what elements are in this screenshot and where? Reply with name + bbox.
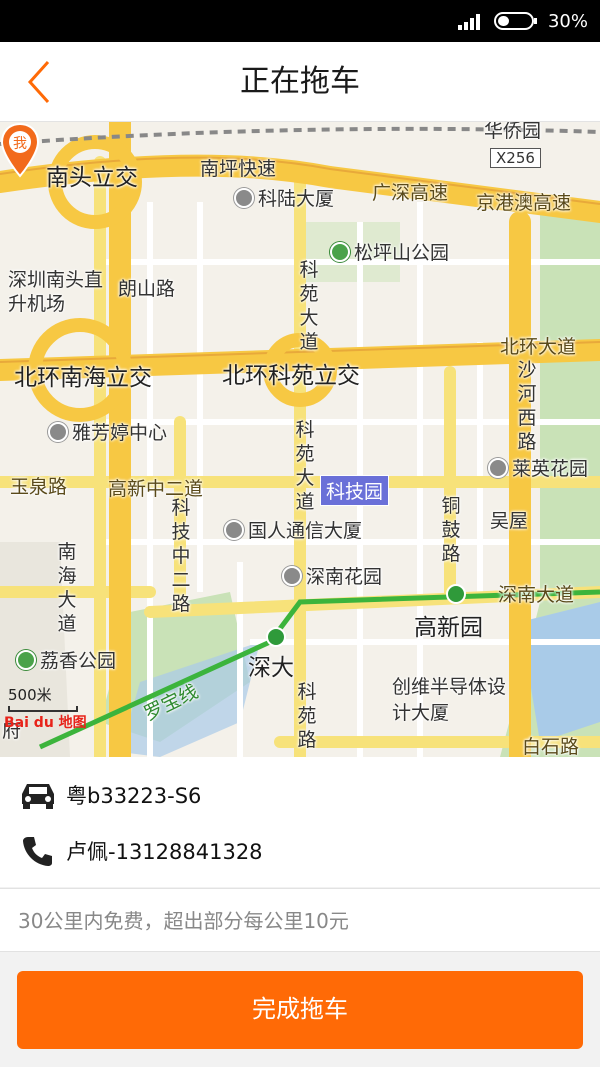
map-label-beihuan-keyuan-interchange: 北环科苑立交 — [222, 363, 360, 389]
map-poi-guoren-tongxin-building: 国人通信大厦 — [224, 516, 362, 543]
map-scale-label: 500米 — [8, 686, 52, 704]
map-label-yuquan-road: 玉泉路 — [10, 476, 68, 498]
map-label-shahe-west-road: 沙河西路 — [517, 359, 537, 453]
park-icon — [16, 649, 36, 670]
battery-percent: 30% — [547, 10, 588, 32]
pin-label: 我 — [13, 136, 27, 152]
map-label-keyuan-road-south: 科苑路 — [297, 681, 317, 751]
map-poi-yafangting-center: 雅芳婷中心 — [48, 418, 167, 445]
map-scale: 500米 — [8, 684, 78, 712]
map-label-gaoxin-yuan: 高新园 — [414, 615, 483, 641]
poi-icon — [488, 457, 508, 478]
map-label-shen-da: 深大 — [248, 655, 294, 681]
map-poi-lixiang-park: 荔香公园 — [16, 646, 116, 673]
map-label-keyuan-avenue-north: 科苑大道 — [299, 259, 319, 353]
battery-icon — [493, 12, 537, 30]
map-label-nantou-interchange: 南头立交 — [46, 165, 138, 191]
fee-note: 30公里内免费，超出部分每公里10元 — [0, 888, 600, 952]
signal-icon — [457, 14, 480, 30]
baidu-map-logo: Bai du 地图 — [4, 715, 87, 731]
map-label-guangshen-expressway: 广深高速 — [372, 182, 449, 204]
map-poi-laiying-garden: 莱英花园 — [488, 454, 588, 481]
map-view[interactable]: X256 南头立交 南坪快速 科陆大厦 广深高速 京港澳高速 华侨园 松坪山公园… — [0, 122, 600, 757]
poi-icon — [282, 565, 302, 586]
poi-icon — [224, 519, 244, 540]
fee-note-text: 30公里内免费，超出部分每公里10元 — [18, 909, 349, 933]
map-label-nanhai-avenue: 南海大道 — [57, 541, 77, 635]
map-label-nanping-expressway: 南坪快速 — [200, 158, 277, 180]
poi-icon — [48, 421, 68, 442]
map-label-beihuan-avenue: 北环大道 — [500, 336, 577, 358]
map-label-heliport: 深圳南头直升机场 — [8, 269, 104, 315]
map-label-keji-zhong-2-road: 科技中二路 — [171, 497, 191, 615]
map-label-shennan-avenue: 深南大道 — [498, 584, 575, 606]
map-label-langshan-road: 朗山路 — [118, 278, 176, 300]
tow-info-panel: 粤b33223-S6 卢佩-13128841328 — [0, 757, 600, 887]
road-marker-x256: X256 — [490, 148, 541, 168]
status-bar: 30% — [0, 0, 600, 42]
map-label-keji-yuan: 科技园 — [320, 475, 390, 506]
phone-icon[interactable] — [18, 831, 58, 871]
vehicle-row: 粤b33223-S6 — [0, 767, 600, 823]
map-label-tonggu-road: 铜鼓路 — [441, 495, 461, 565]
map-label-beihuan-nanhai-interchange: 北环南海立交 — [14, 365, 152, 391]
map-label-baishi-road: 白石路 — [522, 736, 580, 757]
map-label-chuangwei-semiconductor: 创维半导体设计大厦 — [392, 676, 507, 724]
map-label-keyuan-avenue-mid: 科苑大道 — [295, 419, 315, 513]
map-poi-shennan-garden: 深南花园 — [282, 562, 382, 589]
driver-row[interactable]: 卢佩-13128841328 — [0, 823, 600, 879]
complete-tow-button[interactable]: 完成拖车 — [17, 971, 583, 1049]
car-icon — [18, 775, 58, 815]
map-poi-songpingshan-park: 松坪山公园 — [330, 238, 449, 265]
driver-contact[interactable]: 卢佩-13128841328 — [66, 836, 263, 866]
map-label-wuwu: 吴屋 — [490, 510, 529, 532]
map-poi-kelu-building: 科陆大厦 — [234, 184, 334, 211]
header: 正在拖车 — [0, 42, 600, 122]
map-label-jinggangao-expressway: 京港澳高速 — [476, 192, 572, 214]
park-icon — [330, 241, 350, 262]
map-label-top-park: 华侨园 — [484, 122, 542, 142]
page-title: 正在拖车 — [240, 64, 360, 99]
status-right: 30% — [457, 0, 588, 42]
poi-icon — [234, 187, 254, 208]
vehicle-plate: 粤b33223-S6 — [66, 784, 202, 808]
location-pin-icon[interactable]: 我 — [0, 122, 40, 178]
